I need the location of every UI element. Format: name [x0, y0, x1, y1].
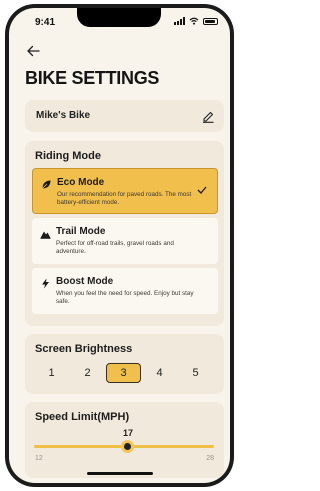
mode-description: When you feel the need for speed. Enjoy … [56, 290, 194, 305]
brightness-title: Screen Brightness [35, 343, 133, 355]
leaf-icon [41, 180, 51, 190]
riding-mode-title: Riding Mode [35, 150, 101, 162]
speed-value: 17 [122, 428, 133, 438]
slider-handle[interactable] [121, 440, 134, 453]
speed-limit-card: Speed Limit(MPH) 17 12 28 [25, 402, 224, 478]
mode-label: Trail Mode [56, 226, 106, 237]
mode-label: Boost Mode [56, 276, 114, 287]
mode-description: Our recommendation for paved roads. The … [57, 191, 192, 206]
brightness-level-2[interactable]: 2 [70, 363, 105, 383]
brightness-selector: 1 2 3 4 5 [34, 363, 213, 383]
brightness-level-3[interactable]: 3 [106, 363, 141, 383]
check-icon [197, 186, 207, 194]
pencil-icon[interactable] [201, 109, 215, 123]
signal-icon [174, 17, 185, 25]
bike-name: Mike's Bike [36, 110, 91, 121]
page-title: BIKE SETTINGS [25, 68, 160, 88]
brightness-card: Screen Brightness 1 2 3 4 5 [25, 334, 224, 394]
mode-option-boost[interactable]: Boost Mode When you feel the need for sp… [32, 268, 218, 314]
mode-option-trail[interactable]: Trail Mode Perfect for off-road trails, … [32, 218, 218, 264]
riding-mode-card: Riding Mode Eco Mode Our recommendation … [25, 141, 224, 326]
brightness-level-5[interactable]: 5 [178, 363, 213, 383]
notch [77, 8, 161, 27]
home-indicator [87, 472, 153, 475]
lightning-icon [42, 278, 49, 289]
mode-label: Eco Mode [57, 177, 105, 188]
status-bar: 9:41 [9, 8, 230, 34]
bike-name-card: Mike's Bike [25, 100, 224, 132]
app-screen: 9:41 BIKE SETTINGS Mike's Bike Riding Mo… [9, 8, 230, 483]
status-icons [174, 17, 218, 25]
brightness-level-1[interactable]: 1 [34, 363, 69, 383]
status-time: 9:41 [35, 17, 56, 28]
back-arrow-icon[interactable] [25, 44, 41, 58]
mode-description: Perfect for off-road trails, gravel road… [56, 240, 174, 255]
brightness-level-4[interactable]: 4 [142, 363, 177, 383]
slider-max-label: 28 [206, 455, 214, 462]
slider-min-label: 12 [35, 455, 43, 462]
mountain-icon [40, 231, 51, 239]
battery-icon [203, 17, 218, 25]
wifi-icon [189, 17, 199, 25]
speed-limit-title: Speed Limit(MPH) [35, 411, 130, 423]
mode-option-eco[interactable]: Eco Mode Our recommendation for paved ro… [32, 168, 218, 214]
